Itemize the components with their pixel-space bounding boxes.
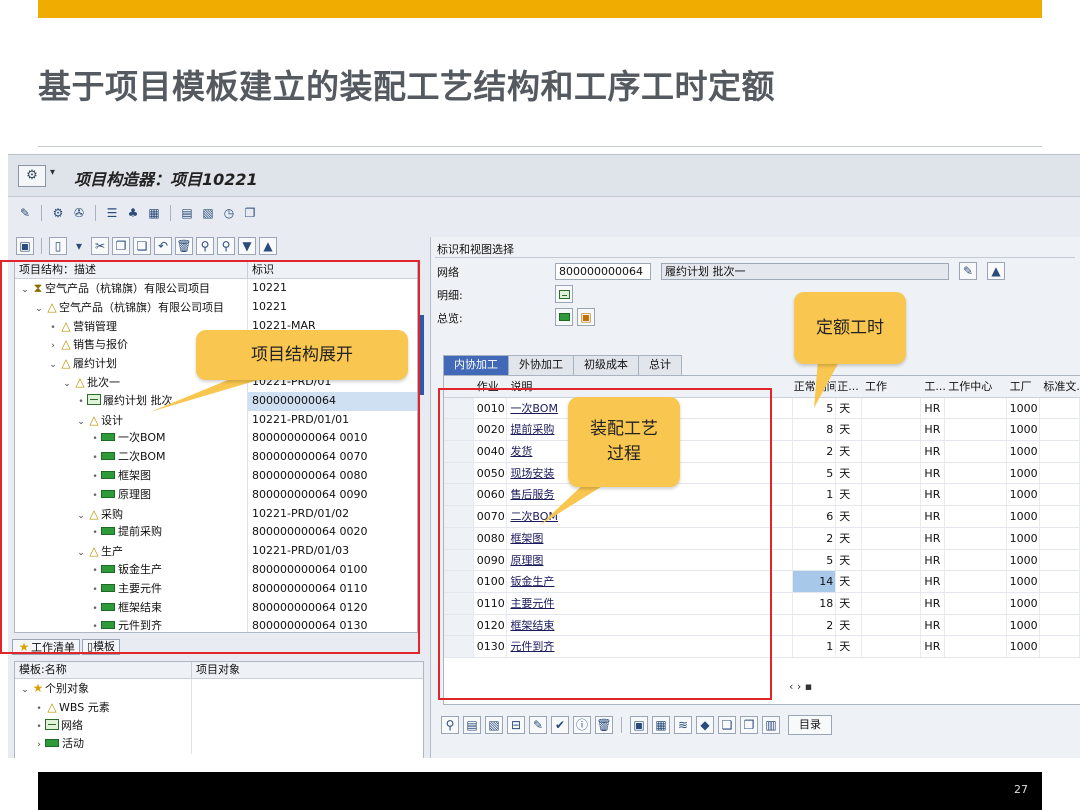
- callout-pointers: [150, 360, 840, 525]
- hours-callout: 定额工时: [794, 292, 906, 364]
- bottom-bar: 27: [38, 772, 1042, 810]
- structure-callout: 项目结构展开: [196, 330, 408, 380]
- process-callout: 装配工艺 过程: [568, 397, 680, 487]
- structure-callout-pointer: [150, 375, 275, 412]
- page-number: 27: [1014, 783, 1028, 796]
- hours-callout-pointer: [814, 360, 840, 408]
